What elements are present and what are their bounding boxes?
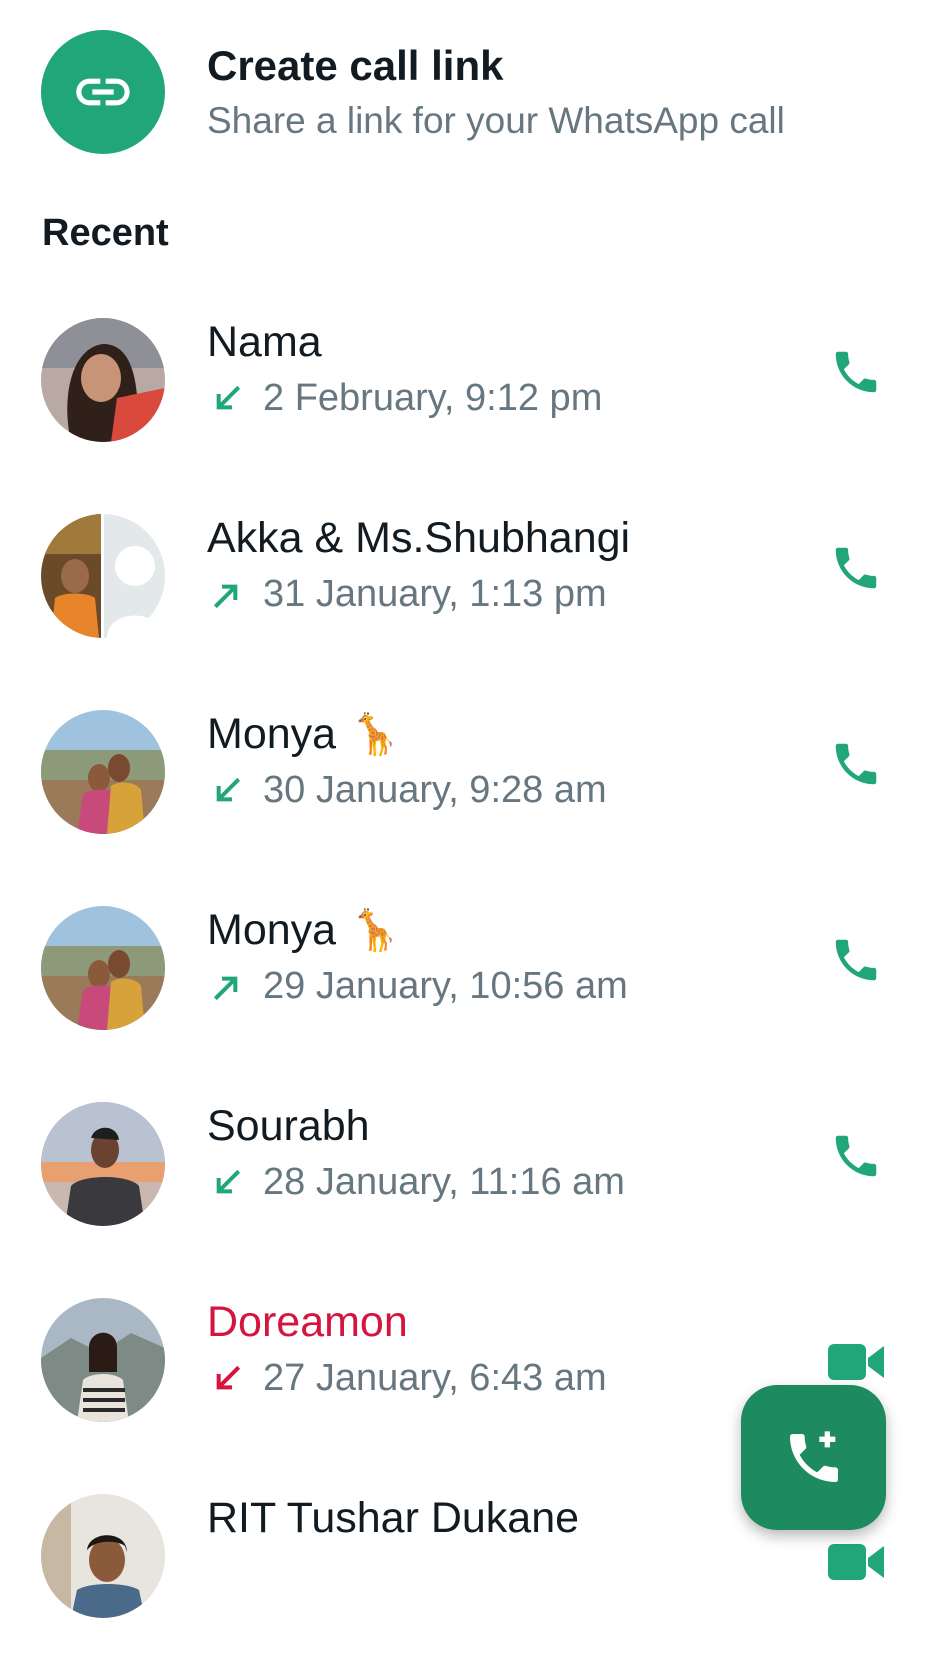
avatar <box>41 906 165 1030</box>
link-icon <box>41 30 165 154</box>
create-call-link-title: Create call link <box>207 42 504 89</box>
new-call-icon <box>789 1430 838 1482</box>
giraffe-emoji: 🦒 <box>350 712 400 757</box>
phone-icon <box>835 547 877 589</box>
contact-name-text: Doreamon <box>207 1298 408 1346</box>
giraffe-emoji: 🦒 <box>350 908 400 953</box>
video-camera-icon <box>828 1344 884 1380</box>
contact-name: Nama <box>207 318 322 367</box>
voice-call-button[interactable] <box>826 538 886 598</box>
create-call-link-row[interactable]: Create call link Share a link for your W… <box>0 0 946 190</box>
contact-name: Monya 🦒 <box>207 710 400 759</box>
call-meta: 2 February, 9:12 pm <box>207 377 602 420</box>
call-row[interactable]: Nama 2 February, 9:12 pm <box>0 288 946 484</box>
create-call-link-subtitle: Share a link for your WhatsApp call <box>207 100 785 141</box>
section-title-recent: Recent <box>42 212 169 254</box>
video-call-button[interactable] <box>826 1332 886 1392</box>
call-row[interactable]: Monya 🦒 29 January, 10:56 am <box>0 876 946 1072</box>
contact-name: Monya 🦒 <box>207 906 400 955</box>
phone-icon <box>835 351 877 393</box>
phone-icon <box>835 939 877 981</box>
video-camera-icon <box>828 1544 884 1580</box>
voice-call-button[interactable] <box>826 342 886 402</box>
contact-name-text: Sourabh <box>207 1102 370 1150</box>
call-time: 2 February, 9:12 pm <box>263 377 603 419</box>
call-meta: 27 January, 6:43 am <box>207 1357 607 1400</box>
voice-call-button[interactable] <box>826 1126 886 1186</box>
contact-name-text: Akka & Ms.Shubhangi <box>207 514 631 562</box>
call-meta: 30 January, 9:28 am <box>207 769 607 812</box>
call-row[interactable]: Akka & Ms.Shubhangi 31 January, 1:13 pm <box>0 484 946 680</box>
missed-call-arrow-icon <box>216 1365 241 1389</box>
outgoing-arrow-icon <box>213 976 238 1000</box>
contact-name: Akka & Ms.Shubhangi <box>207 514 630 563</box>
incoming-arrow-icon <box>216 385 241 409</box>
call-time: 30 January, 9:28 am <box>263 769 607 811</box>
call-time: 27 January, 6:43 am <box>263 1357 607 1399</box>
video-call-button[interactable] <box>826 1532 886 1592</box>
call-row[interactable]: Monya 🦒 30 January, 9:28 am <box>0 680 946 876</box>
avatar <box>41 1102 165 1226</box>
contact-name-text: Monya <box>207 710 337 758</box>
incoming-arrow-icon <box>216 1169 241 1193</box>
incoming-arrow-icon <box>216 777 241 801</box>
phone-icon <box>835 1135 877 1177</box>
call-time: 29 January, 10:56 am <box>263 965 628 1007</box>
contact-name: Doreamon <box>207 1298 408 1347</box>
contact-name-text: Monya <box>207 906 337 954</box>
contact-name-text: Nama <box>207 318 322 366</box>
contact-name-text: RIT Tushar Dukane <box>207 1494 580 1542</box>
avatar <box>41 1298 165 1422</box>
group-avatar <box>41 514 165 638</box>
new-call-button[interactable] <box>741 1385 886 1530</box>
call-time: 31 January, 1:13 pm <box>263 573 607 615</box>
voice-call-button[interactable] <box>826 734 886 794</box>
contact-name: Sourabh <box>207 1102 370 1151</box>
contact-name: RIT Tushar Dukane <box>207 1494 579 1543</box>
call-time: 28 January, 11:16 am <box>263 1161 625 1203</box>
outgoing-arrow-icon <box>213 584 238 608</box>
call-meta: 28 January, 11:16 am <box>207 1161 625 1204</box>
voice-call-button[interactable] <box>826 930 886 990</box>
avatar <box>41 1494 165 1618</box>
phone-icon <box>835 743 877 785</box>
call-meta: 29 January, 10:56 am <box>207 965 628 1008</box>
avatar <box>41 710 165 834</box>
call-row[interactable]: Sourabh 28 January, 11:16 am <box>0 1072 946 1268</box>
call-meta: 31 January, 1:13 pm <box>207 573 607 616</box>
avatar <box>41 318 165 442</box>
